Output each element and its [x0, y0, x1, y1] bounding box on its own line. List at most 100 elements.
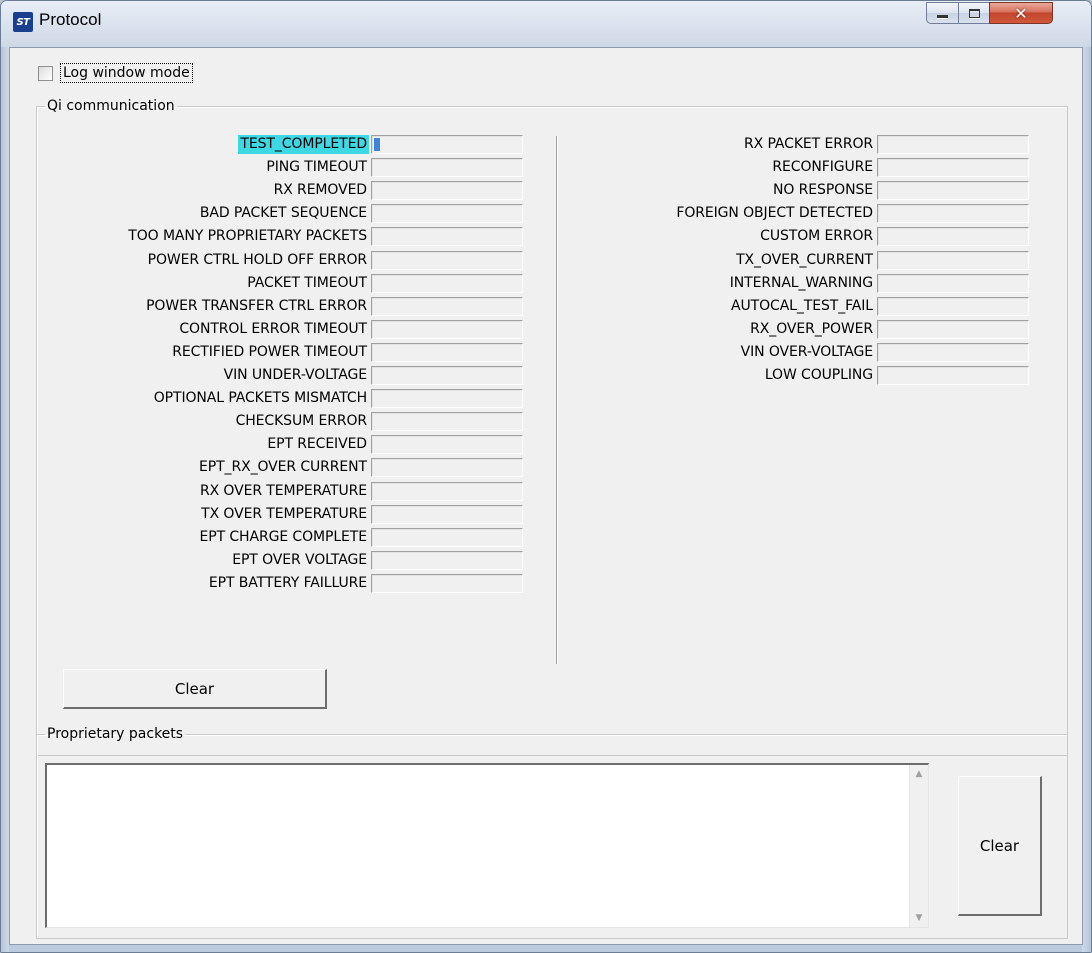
status-indicator	[877, 296, 1029, 316]
status-label-wrap: OPTIONAL PACKETS MISMATCH	[37, 388, 369, 410]
proprietary-packets-text	[47, 765, 928, 771]
status-indicator	[371, 412, 523, 432]
status-label: RECONFIGURE	[772, 159, 873, 176]
status-label-wrap: EPT CHARGE COMPLETE	[37, 527, 369, 549]
status-indicator	[877, 250, 1029, 270]
title-bar[interactable]: ST Protocol ✕	[1, 1, 1091, 47]
status-row: RX OVER TEMPERATURE	[37, 481, 531, 503]
status-label-wrap: AUTOCAL_TEST_FAIL	[37, 296, 875, 318]
status-label-wrap: INTERNAL_WARNING	[37, 273, 875, 295]
status-indicator	[371, 550, 523, 570]
status-row: VIN OVER-VOLTAGE	[37, 342, 1037, 364]
status-label: EPT CHARGE COMPLETE	[199, 528, 367, 545]
status-row: LOW COUPLING	[37, 365, 1037, 387]
status-label: RX PACKET ERROR	[744, 136, 873, 152]
status-row: RECONFIGURE	[37, 157, 1037, 179]
status-row: FOREIGN OBJECT DETECTED	[37, 203, 1037, 225]
scroll-up-icon[interactable]: ▲	[913, 768, 925, 780]
status-row: OPTIONAL PACKETS MISMATCH	[37, 388, 531, 410]
status-indicator	[877, 181, 1029, 201]
log-window-mode-checkbox[interactable]: Log window mode	[38, 63, 193, 83]
status-row: EPT BATTERY FAILLURE	[37, 573, 531, 595]
close-icon: ✕	[1014, 3, 1028, 23]
status-indicator	[877, 204, 1029, 224]
protocol-window: ST Protocol ✕ Log window mode Qi communi…	[0, 0, 1092, 953]
status-label: CUSTOM ERROR	[760, 228, 873, 245]
status-indicator	[371, 504, 523, 524]
status-indicator	[371, 458, 523, 478]
status-indicator	[877, 342, 1029, 362]
status-label: OPTIONAL PACKETS MISMATCH	[153, 390, 367, 407]
status-label-wrap: EPT_RX_OVER CURRENT	[37, 457, 369, 479]
status-indicator	[877, 273, 1029, 293]
status-label-wrap: VIN OVER-VOLTAGE	[37, 342, 875, 364]
proprietary-clear-button[interactable]: Clear	[958, 776, 1042, 916]
status-indicator	[877, 366, 1029, 385]
checkbox-box[interactable]	[38, 65, 53, 81]
status-row: CHECKSUM ERROR	[37, 411, 531, 433]
window-title: Protocol	[39, 10, 102, 29]
proprietary-packets-legend: Proprietary packets	[47, 726, 184, 742]
status-row: EPT CHARGE COMPLETE	[37, 527, 531, 549]
maximize-icon	[968, 8, 980, 18]
minimize-icon	[937, 14, 948, 18]
qi-communication-group: Qi communication TEST_COMPLETED PING TIME…	[36, 98, 1068, 756]
status-row: CUSTOM ERROR	[37, 226, 1037, 248]
status-label: EPT OVER VOLTAGE	[232, 551, 367, 568]
status-row: EPT RECEIVED	[37, 434, 531, 456]
status-indicator	[877, 227, 1029, 247]
status-label: AUTOCAL_TEST_FAIL	[731, 297, 873, 314]
status-row: NO RESPONSE	[37, 180, 1037, 202]
status-row: RX PACKET ERROR	[37, 134, 1037, 156]
status-label-wrap: EPT OVER VOLTAGE	[37, 550, 369, 572]
status-label: LOW COUPLING	[764, 367, 873, 383]
status-label-wrap: TX_OVER_CURRENT	[37, 250, 875, 272]
qi-communication-legend: Qi communication	[47, 98, 175, 114]
status-label: INTERNAL_WARNING	[729, 274, 873, 291]
status-label-wrap: LOW COUPLING	[37, 365, 875, 387]
proprietary-packets-group: Proprietary packets ▲ ▼ Clear	[36, 726, 1068, 939]
status-label: EPT_RX_OVER CURRENT	[199, 459, 367, 476]
status-indicator	[877, 158, 1029, 178]
scroll-down-icon[interactable]: ▼	[913, 912, 925, 924]
status-label: TX OVER TEMPERATURE	[201, 505, 367, 522]
status-indicator	[371, 481, 523, 501]
status-row: TX_OVER_CURRENT	[37, 250, 1037, 272]
status-label: VIN OVER-VOLTAGE	[740, 343, 873, 360]
vertical-scrollbar[interactable]: ▲ ▼	[909, 765, 928, 927]
status-label: EPT RECEIVED	[267, 436, 367, 453]
minimize-button[interactable]	[926, 2, 959, 24]
status-label: NO RESPONSE	[773, 182, 873, 199]
qi-clear-button[interactable]: Clear	[63, 669, 327, 709]
status-indicator	[877, 135, 1029, 154]
status-label-wrap: EPT BATTERY FAILLURE	[37, 573, 369, 595]
status-label: CHECKSUM ERROR	[235, 413, 368, 430]
maximize-button[interactable]	[958, 2, 990, 24]
status-row: EPT OVER VOLTAGE	[37, 550, 531, 572]
status-row: EPT_RX_OVER CURRENT	[37, 457, 531, 479]
status-indicator	[371, 389, 523, 409]
log-window-mode-label[interactable]: Log window mode	[60, 63, 193, 83]
proprietary-packets-textarea[interactable]: ▲ ▼	[45, 763, 929, 928]
status-label-wrap: CHECKSUM ERROR	[37, 411, 369, 433]
status-label: EPT BATTERY FAILLURE	[208, 574, 367, 591]
status-label-wrap: TX OVER TEMPERATURE	[37, 504, 369, 526]
close-button[interactable]: ✕	[989, 2, 1053, 24]
status-row: TX OVER TEMPERATURE	[37, 504, 531, 526]
st-logo-icon: ST	[13, 12, 33, 32]
status-label-wrap: RX OVER TEMPERATURE	[37, 481, 369, 503]
client-area: Log window mode Qi communication TEST_CO…	[9, 47, 1083, 945]
status-label-wrap: FOREIGN OBJECT DETECTED	[37, 203, 875, 225]
status-row: INTERNAL_WARNING	[37, 273, 1037, 295]
status-label: RX OVER TEMPERATURE	[199, 482, 367, 499]
status-label-wrap: RX_OVER_POWER	[37, 319, 875, 341]
status-label: TX_OVER_CURRENT	[736, 251, 873, 268]
status-indicator	[371, 573, 523, 593]
status-row: RX_OVER_POWER	[37, 319, 1037, 341]
window-frame-left	[1, 47, 9, 952]
status-row: AUTOCAL_TEST_FAIL	[37, 296, 1037, 318]
status-label-wrap: RX PACKET ERROR	[37, 134, 875, 156]
status-label-wrap: CUSTOM ERROR	[37, 226, 875, 248]
status-indicator	[877, 319, 1029, 339]
status-label-wrap: EPT RECEIVED	[37, 434, 369, 456]
